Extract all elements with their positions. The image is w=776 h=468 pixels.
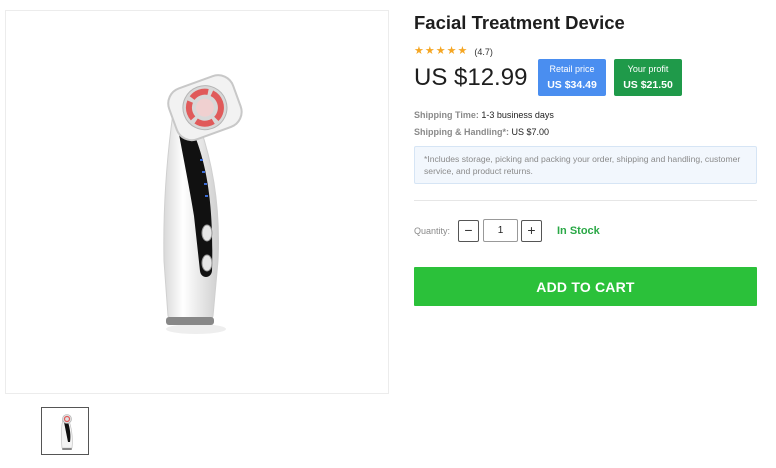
profit-value: US $21.50	[623, 79, 673, 91]
shipping-notice: *Includes storage, picking and packing y…	[414, 146, 757, 184]
retail-price-label: Retail price	[549, 64, 595, 74]
stock-status: In Stock	[557, 225, 600, 237]
product-main-image[interactable]	[5, 10, 389, 394]
retail-price-badge: Retail price US $34.49	[538, 59, 606, 96]
shipping-time-value: 1-3 business days	[481, 110, 554, 120]
star-icon: ★	[446, 45, 457, 57]
star-icon: ★	[414, 45, 424, 57]
facial-device-image	[163, 74, 243, 334]
star-icon: ★	[457, 45, 468, 57]
profit-label: Your profit	[627, 64, 669, 74]
shipping-handling: Shipping & Handling*: US $7.00	[414, 127, 549, 137]
facial-device-thumb-image	[61, 414, 73, 450]
divider	[414, 200, 757, 201]
quantity-increase-button[interactable]: +	[521, 220, 542, 242]
rating-value: (4.7)	[474, 46, 493, 57]
quantity-decrease-button[interactable]: −	[458, 220, 479, 242]
profit-badge: Your profit US $21.50	[614, 59, 682, 96]
product-title: Facial Treatment Device	[414, 12, 625, 33]
shipping-time-label: Shipping Time:	[414, 110, 479, 120]
quantity-label: Quantity:	[414, 226, 451, 236]
retail-price-value: US $34.49	[547, 79, 597, 91]
shipping-handling-value: US $7.00	[511, 127, 550, 137]
star-icon: ★	[424, 45, 435, 57]
shipping-time: Shipping Time: 1-3 business days	[414, 110, 554, 120]
quantity-input[interactable]	[483, 219, 518, 242]
product-thumbnail[interactable]	[41, 407, 89, 455]
rating-stars: ★ ★ ★ ★ ★	[414, 46, 467, 57]
product-rating[interactable]: ★ ★ ★ ★ ★ (4.7)	[414, 46, 493, 57]
add-to-cart-button[interactable]: ADD TO CART	[414, 267, 757, 306]
shipping-handling-label: Shipping & Handling*:	[414, 127, 509, 137]
product-price: US $12.99	[414, 64, 528, 91]
star-icon: ★	[435, 45, 446, 57]
